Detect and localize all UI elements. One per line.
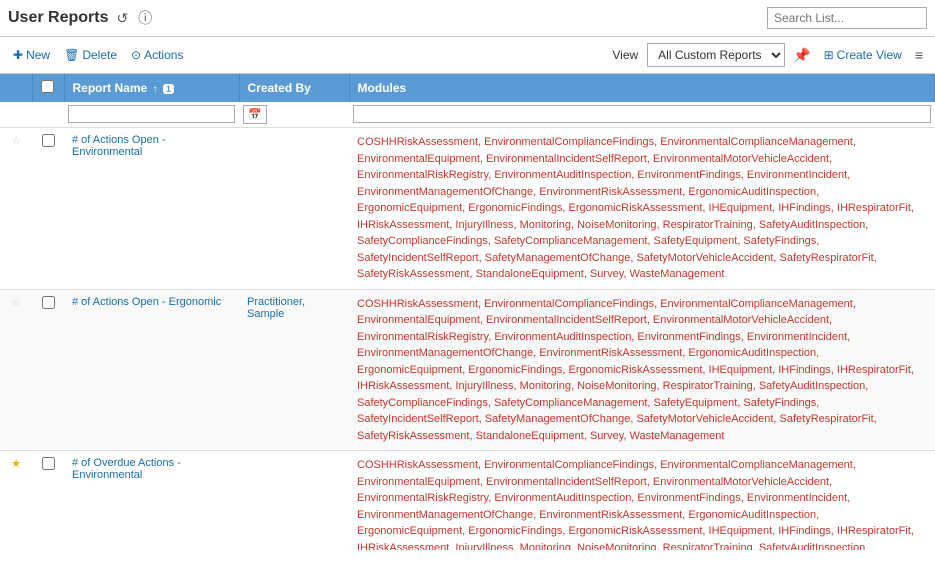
reports-table: Report Name ↑ 1 Created By Modules — [0, 74, 935, 550]
filter-created-by-col: 📅 — [239, 102, 349, 128]
filter-report-name-col — [64, 102, 239, 128]
filter-modules-col — [349, 102, 935, 128]
create-view-icon: ⊞ — [824, 48, 834, 62]
row-checkbox[interactable] — [42, 296, 55, 309]
new-icon: ✚ — [13, 48, 23, 62]
modules-cell: COSHHRiskAssessment, EnvironmentalCompli… — [349, 451, 935, 551]
info-icon[interactable]: ⓘ — [136, 6, 154, 30]
col-modules[interactable]: Modules — [349, 74, 935, 102]
sort-arrow-icon: ↑ — [153, 84, 158, 95]
created-by-link[interactable]: Practitioner, Sample — [247, 296, 305, 320]
header-left: User Reports ↺ ⓘ — [8, 6, 154, 30]
row-checkbox[interactable] — [42, 134, 55, 147]
star-cell[interactable]: ☆ — [0, 289, 32, 451]
table-body: ☆ # of Actions Open - Environmental COSHHR… — [0, 128, 935, 551]
create-view-button[interactable]: ⊞ Create View — [819, 45, 907, 65]
pin-icon[interactable]: 📌 — [789, 45, 814, 66]
star-cell[interactable]: ☆ — [0, 128, 32, 290]
filter-row: 📅 — [0, 102, 935, 128]
header-bar: User Reports ↺ ⓘ — [0, 0, 935, 37]
star-empty-icon: ☆ — [11, 297, 21, 309]
view-select[interactable]: All Custom Reports — [647, 43, 785, 67]
created-by-filter-btn[interactable]: 📅 — [243, 105, 267, 124]
created-by-cell: Practitioner, Sample — [239, 289, 349, 451]
col-report-name[interactable]: Report Name ↑ 1 — [64, 74, 239, 102]
report-name-cell: # of Actions Open - Ergonomic — [64, 289, 239, 451]
col-star — [0, 74, 32, 102]
refresh-icon[interactable]: ↺ — [114, 8, 130, 29]
table-header-row: Report Name ↑ 1 Created By Modules — [0, 74, 935, 102]
col-created-by[interactable]: Created By — [239, 74, 349, 102]
actions-button[interactable]: ⊙ Actions — [126, 45, 188, 65]
header-right — [767, 7, 927, 29]
report-name-link[interactable]: # of Actions Open - Environmental — [72, 134, 166, 158]
col-check — [32, 74, 64, 102]
delete-icon: 🗑 — [64, 48, 79, 62]
created-by-cell — [239, 451, 349, 551]
page-title: User Reports — [8, 9, 108, 27]
modules-cell: COSHHRiskAssessment, EnvironmentalCompli… — [349, 128, 935, 290]
new-button[interactable]: ✚ New — [8, 45, 55, 65]
filter-star-col — [0, 102, 32, 128]
table-row: ★ # of Overdue Actions - Environmental COS… — [0, 451, 935, 551]
created-by-cell — [239, 128, 349, 290]
filter-check-col — [32, 102, 64, 128]
row-checkbox[interactable] — [42, 457, 55, 470]
report-name-cell: # of Overdue Actions - Environmental — [64, 451, 239, 551]
toolbar: ✚ New 🗑 Delete ⊙ Actions View All Custom… — [0, 37, 935, 74]
menu-icon[interactable]: ≡ — [911, 45, 927, 65]
star-filled-icon: ★ — [11, 458, 21, 470]
star-cell[interactable]: ★ — [0, 451, 32, 551]
modules-filter[interactable] — [353, 105, 931, 123]
sort-badge: 1 — [163, 84, 174, 94]
report-name-link[interactable]: # of Actions Open - Ergonomic — [72, 296, 221, 308]
check-cell — [32, 128, 64, 290]
check-cell — [32, 451, 64, 551]
table-row: ☆ # of Actions Open - Ergonomic Practition… — [0, 289, 935, 451]
table-container: Report Name ↑ 1 Created By Modules — [0, 74, 935, 550]
table-row: ☆ # of Actions Open - Environmental COSHHR… — [0, 128, 935, 290]
report-name-link[interactable]: # of Overdue Actions - Environmental — [72, 457, 181, 481]
report-name-cell: # of Actions Open - Environmental — [64, 128, 239, 290]
view-label: View — [612, 48, 638, 62]
select-all-checkbox[interactable] — [41, 80, 54, 93]
check-cell — [32, 289, 64, 451]
actions-icon: ⊙ — [131, 48, 141, 62]
search-input[interactable] — [767, 7, 927, 29]
delete-button[interactable]: 🗑 Delete — [59, 45, 122, 65]
report-name-filter[interactable] — [68, 105, 235, 123]
modules-cell: COSHHRiskAssessment, EnvironmentalCompli… — [349, 289, 935, 451]
star-empty-icon: ☆ — [11, 135, 21, 147]
